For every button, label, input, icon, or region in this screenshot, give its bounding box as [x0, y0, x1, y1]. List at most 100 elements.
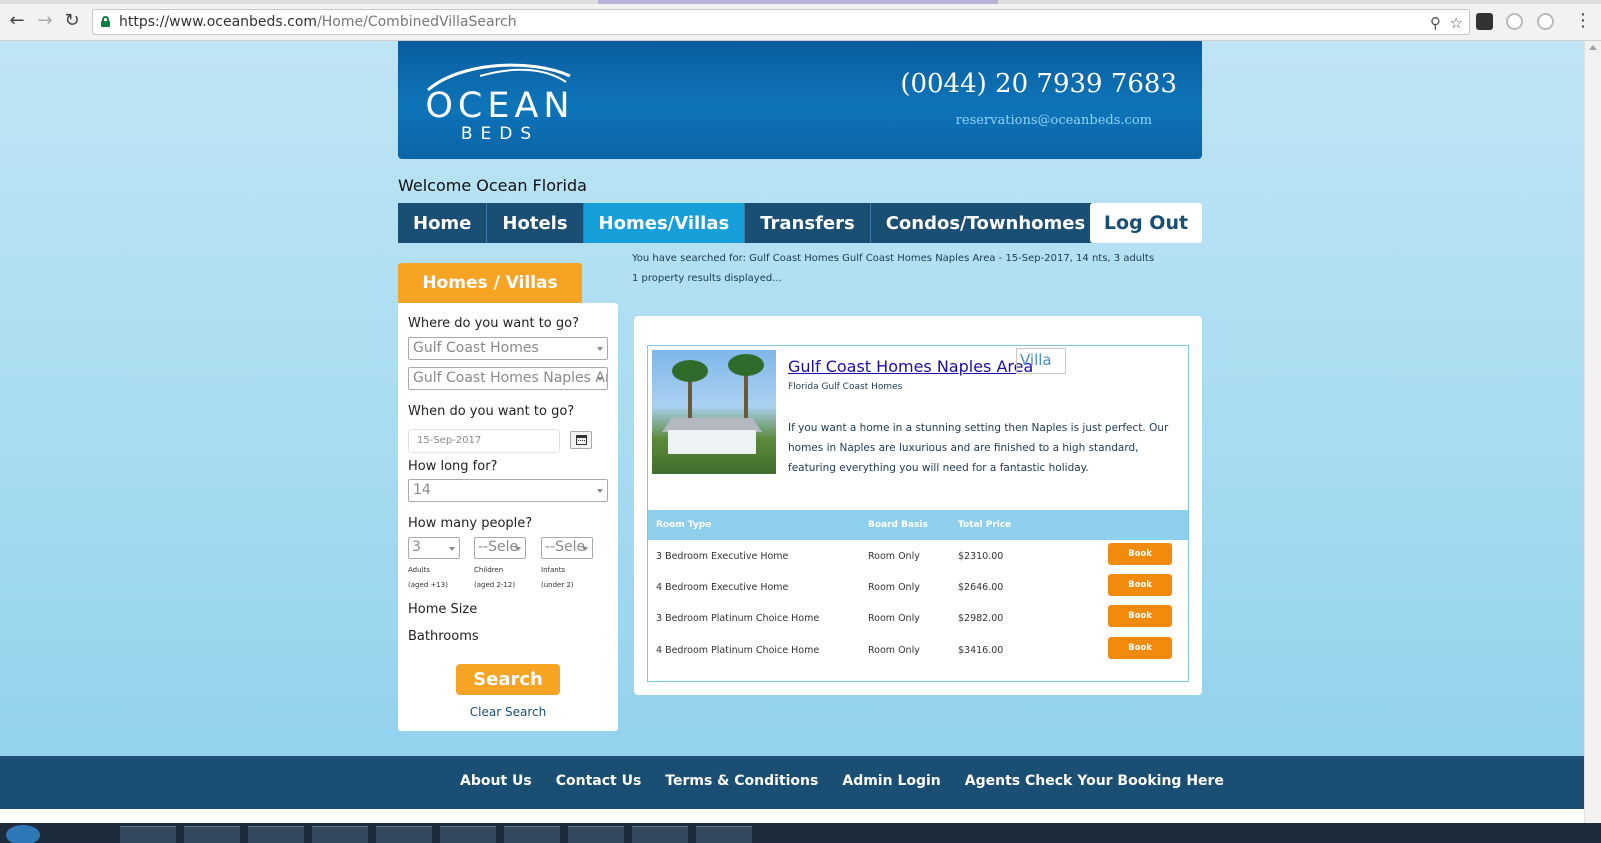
nav-transfers[interactable]: Transfers	[745, 203, 871, 243]
infants-label: Infants	[541, 566, 566, 574]
search-sidebar: Where do you want to go? Gulf Coast Home…	[398, 303, 618, 731]
book-button[interactable]: Book	[1108, 543, 1172, 565]
taskbar-app[interactable]	[632, 826, 688, 843]
results-count: 1 property results displayed...	[632, 273, 782, 284]
taskbar-app[interactable]	[376, 826, 432, 843]
search-summary: You have searched for: Gulf Coast Homes …	[632, 249, 1154, 289]
area-value: Gulf Coast Homes Naples Ar	[413, 370, 608, 386]
search-button[interactable]: Search	[456, 664, 560, 695]
property-photo[interactable]	[652, 350, 776, 474]
room-type: 3 Bedroom Platinum Choice Home	[656, 613, 820, 624]
taskbar-app[interactable]	[312, 826, 368, 843]
infants-select[interactable]: --Sele	[541, 537, 593, 559]
scroll-up-icon[interactable]	[1589, 45, 1597, 50]
nav-homes-villas[interactable]: Homes/Villas	[583, 203, 746, 243]
page-bottom	[0, 809, 1584, 823]
zoom-icon[interactable]: ⚲	[1430, 14, 1441, 32]
chevron-down-icon	[597, 377, 603, 381]
taskbar-app[interactable]	[248, 826, 304, 843]
back-arrow-icon[interactable]: ←	[6, 10, 28, 32]
adults-value: 3	[412, 539, 421, 555]
total-price: $2310.00	[958, 551, 1004, 562]
region-value: Gulf Coast Homes	[413, 340, 539, 356]
total-price: $2646.00	[958, 582, 1004, 593]
start-button-icon[interactable]	[6, 825, 40, 843]
calendar-icon	[576, 435, 587, 445]
adults-select[interactable]: 3	[408, 537, 460, 559]
site-footer: About Us Contact Us Terms & Conditions A…	[0, 756, 1584, 809]
infants-value: --Sele	[545, 539, 586, 555]
extension-g2-icon[interactable]	[1537, 13, 1554, 30]
table-row: 3 Bedroom Platinum Choice Home Room Only…	[648, 602, 1188, 634]
area-select[interactable]: Gulf Coast Homes Naples Ar	[408, 367, 608, 390]
taskbar-app[interactable]	[696, 826, 752, 843]
room-type: 4 Bedroom Platinum Choice Home	[656, 645, 820, 656]
adults-age-note: (aged +13)	[408, 581, 448, 589]
footer-terms[interactable]: Terms & Conditions	[665, 773, 818, 789]
url-path: /Home/CombinedVillaSearch	[317, 14, 517, 30]
book-button[interactable]: Book	[1108, 574, 1172, 596]
property-subtitle: Florida Gulf Coast Homes	[788, 382, 903, 392]
footer-admin-login[interactable]: Admin Login	[842, 773, 940, 789]
footer-about-us[interactable]: About Us	[460, 773, 532, 789]
clear-search-link[interactable]: Clear Search	[398, 705, 618, 719]
menu-kebab-icon[interactable]: ⋮	[1572, 10, 1594, 32]
chevron-down-icon	[582, 547, 588, 551]
room-type: 4 Bedroom Executive Home	[656, 582, 789, 593]
total-price: $2982.00	[958, 613, 1004, 624]
site-header: OCEAN BEDS (0044) 20 7939 7683 reservati…	[398, 41, 1202, 159]
extension-icon[interactable]	[1476, 13, 1493, 30]
taskbar-app[interactable]	[568, 826, 624, 843]
home-size-toggle[interactable]: Home Size	[408, 602, 477, 617]
adults-label: Adults	[408, 566, 430, 574]
extension-g-icon[interactable]	[1506, 13, 1523, 30]
taskbar-app[interactable]	[184, 826, 240, 843]
children-value: --Sele	[478, 539, 519, 555]
logo-subtext: BEDS	[460, 124, 540, 144]
chevron-down-icon	[449, 547, 455, 551]
book-button[interactable]: Book	[1108, 637, 1172, 659]
date-input[interactable]: 15-Sep-2017	[408, 429, 560, 453]
property-title-link[interactable]: Gulf Coast Homes Naples Area	[788, 357, 1033, 376]
property-card: Gulf Coast Homes Naples Area Villa Flori…	[647, 345, 1189, 682]
nav-home[interactable]: Home	[398, 203, 488, 243]
room-type: 3 Bedroom Executive Home	[656, 551, 789, 562]
nights-value: 14	[413, 482, 431, 498]
scrollbar[interactable]	[1584, 41, 1601, 823]
chevron-down-icon	[597, 347, 603, 351]
howlong-label: How long for?	[408, 459, 498, 474]
nav-hotels[interactable]: Hotels	[487, 203, 584, 243]
table-row: 4 Bedroom Platinum Choice Home Room Only…	[648, 634, 1188, 666]
logout-button[interactable]: Log Out	[1090, 203, 1202, 243]
bookmark-star-icon[interactable]: ☆	[1450, 14, 1463, 32]
book-button[interactable]: Book	[1108, 605, 1172, 627]
taskbar-app[interactable]	[504, 826, 560, 843]
footer-contact-us[interactable]: Contact Us	[556, 773, 642, 789]
oceanbeds-logo[interactable]: OCEAN BEDS	[420, 56, 580, 146]
sidebar-tab-homes-villas[interactable]: Homes / Villas	[398, 263, 582, 303]
taskbar-app[interactable]	[440, 826, 496, 843]
address-bar[interactable]: https://www.oceanbeds.com/Home/CombinedV…	[92, 9, 1470, 35]
url-text: https://www.oceanbeds.com/Home/CombinedV…	[119, 14, 517, 30]
property-description: If you want a home in a stunning setting…	[788, 422, 1169, 474]
people-label: How many people?	[408, 516, 533, 531]
where-label: Where do you want to go?	[408, 316, 579, 331]
col-room-type: Room Type	[656, 520, 712, 530]
region-select[interactable]: Gulf Coast Homes	[408, 337, 608, 360]
nav-condos-townhomes[interactable]: Condos/Townhomes	[871, 203, 1102, 243]
children-select[interactable]: --Sele	[474, 537, 526, 559]
forward-arrow-icon[interactable]: →	[34, 10, 56, 32]
table-row: 3 Bedroom Executive Home Room Only $2310…	[648, 540, 1188, 572]
taskbar-app[interactable]	[120, 826, 176, 843]
bathrooms-toggle[interactable]: Bathrooms	[408, 629, 479, 644]
footer-agents-check-booking[interactable]: Agents Check Your Booking Here	[965, 773, 1224, 789]
browser-toolbar: ← → ↻ https://www.oceanbeds.com/Home/Com…	[0, 0, 1601, 41]
email-link[interactable]: reservations@oceanbeds.com	[956, 113, 1152, 128]
nights-select[interactable]: 14	[408, 479, 608, 502]
board-basis: Room Only	[868, 582, 920, 593]
page: OCEAN BEDS (0044) 20 7939 7683 reservati…	[0, 41, 1584, 823]
tab-strip	[0, 0, 1601, 4]
when-label: When do you want to go?	[408, 404, 575, 419]
calendar-button[interactable]	[570, 431, 592, 449]
reload-icon[interactable]: ↻	[61, 10, 83, 32]
